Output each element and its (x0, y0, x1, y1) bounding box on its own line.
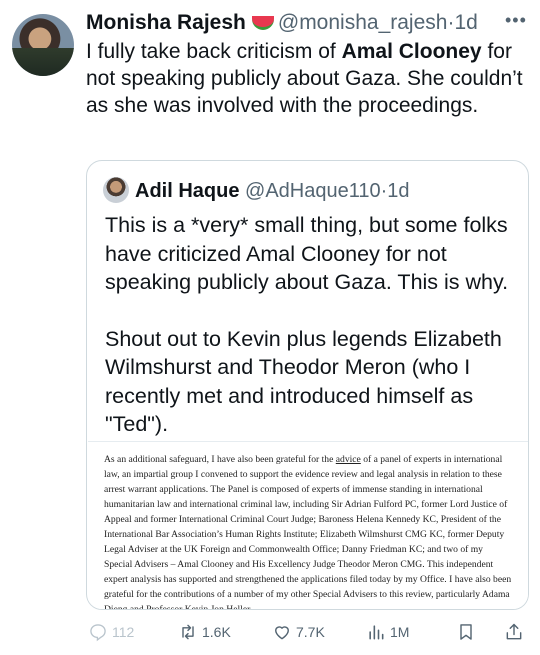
reply-button[interactable]: 112 (88, 618, 134, 646)
quote-header: Adil Haque @AdHaque110·1d (103, 177, 410, 204)
action-bar: 112 1.6K 7.7K 1M (86, 618, 526, 646)
doc-text: of a panel of experts in international l… (104, 454, 512, 610)
quote-paragraph-2: Shout out to Kevin plus legends Elizabet… (105, 326, 502, 437)
share-icon (506, 623, 522, 640)
document-image[interactable]: As an additional safeguard, I have also … (88, 441, 528, 610)
tweet-text-part: I fully take back criticism of (86, 40, 342, 63)
views-button[interactable]: 1M (366, 618, 409, 646)
author-avatar[interactable] (12, 14, 74, 76)
quote-text: This is a *very* small thing, but some f… (105, 211, 517, 439)
author-handle[interactable]: @monisha_rajesh (278, 11, 448, 34)
quote-paragraph-1: This is a *very* small thing, but some f… (105, 213, 509, 294)
more-options-icon[interactable]: ••• (505, 10, 527, 31)
quote-avatar[interactable] (103, 177, 129, 203)
like-count: 7.7K (296, 624, 325, 640)
share-button[interactable] (504, 618, 528, 646)
quote-author-handle[interactable]: @AdHaque110 (245, 180, 381, 202)
watermelon-icon (251, 16, 274, 30)
repost-icon (182, 624, 194, 640)
repost-count: 1.6K (202, 624, 231, 640)
repost-button[interactable]: 1.6K (178, 618, 231, 646)
views-count: 1M (390, 624, 410, 640)
bookmark-button[interactable] (456, 618, 480, 646)
tweet-header: Monisha Rajesh @monisha_rajesh·1d (86, 10, 478, 36)
views-icon (369, 625, 384, 640)
tweet-text: I fully take back criticism of Amal Cloo… (86, 38, 526, 119)
author-name[interactable]: Monisha Rajesh (86, 11, 246, 34)
reply-icon (90, 624, 106, 642)
quote-time[interactable]: 1d (387, 180, 409, 202)
bookmark-icon (460, 624, 472, 640)
doc-text: As an additional safeguard, I have also … (104, 454, 336, 465)
quote-author-name[interactable]: Adil Haque (135, 180, 239, 202)
quoted-tweet[interactable]: Adil Haque @AdHaque110·1d This is a *ver… (86, 160, 529, 610)
heart-icon (275, 626, 289, 640)
doc-link: advice (335, 454, 361, 465)
like-button[interactable]: 7.7K (272, 618, 325, 646)
tweet-text-bold: Amal Clooney (341, 40, 482, 63)
tweet-time[interactable]: 1d (454, 11, 477, 34)
reply-count: 112 (112, 624, 135, 640)
